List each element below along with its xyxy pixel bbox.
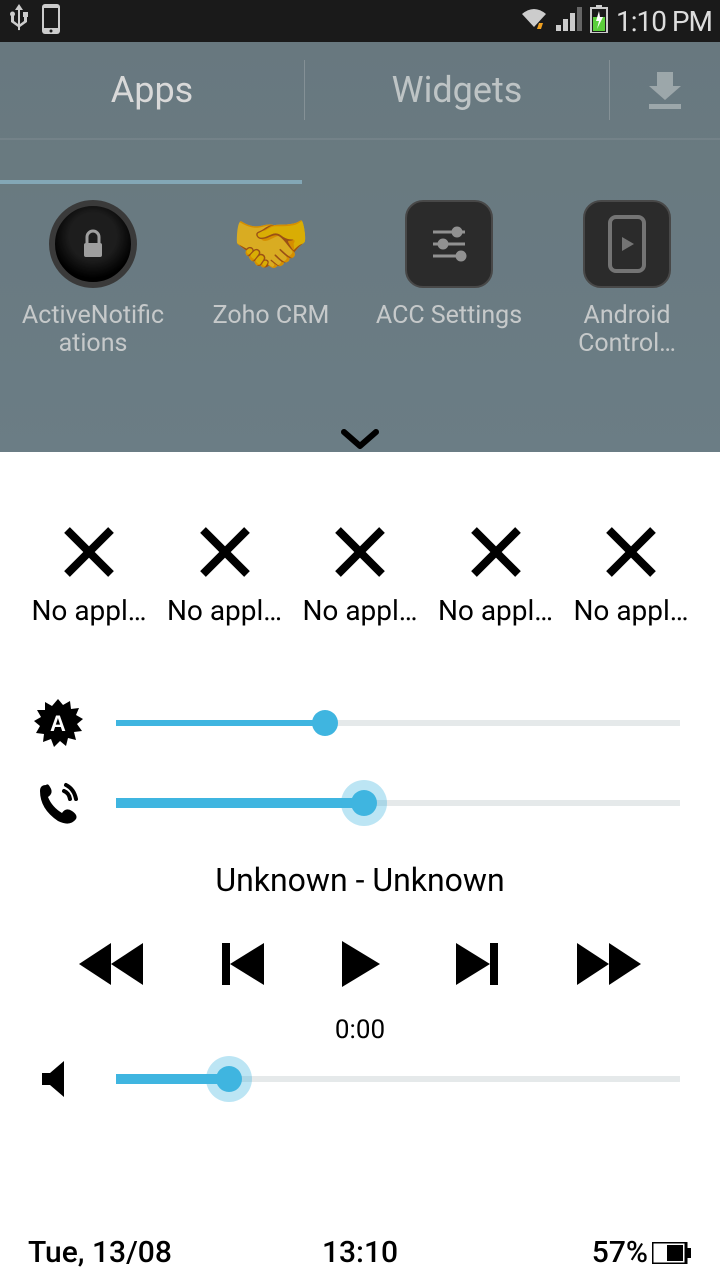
quick-label: No appl…	[431, 594, 561, 627]
quick-apps-row: No appl… No appl… No appl… No appl… No a…	[0, 452, 720, 627]
wifi-icon	[520, 7, 548, 35]
empty-slot-icon	[566, 522, 696, 586]
fast-forward-button[interactable]	[571, 939, 647, 993]
footer-battery: 57%	[592, 1235, 692, 1270]
media-volume-row	[30, 1057, 680, 1101]
app-label: ActiveNotific ations	[22, 302, 164, 358]
empty-slot-icon	[160, 522, 290, 586]
svg-text:A: A	[50, 711, 66, 736]
rewind-button[interactable]	[73, 939, 149, 993]
tab-apps[interactable]: Apps	[0, 69, 304, 111]
phone-icon	[42, 4, 60, 38]
media-track-title: Unknown - Unknown	[0, 861, 720, 899]
quick-slot-2[interactable]: No appl…	[160, 522, 290, 627]
quick-label: No appl…	[295, 594, 425, 627]
handshake-icon: 🤝	[227, 200, 315, 288]
quick-label: No appl…	[566, 594, 696, 627]
media-playback-time: 0:00	[0, 1015, 720, 1045]
control-panel: No appl… No appl… No appl… No appl… No a…	[0, 452, 720, 1280]
media-volume-slider[interactable]	[116, 1076, 680, 1082]
quick-slot-1[interactable]: No appl…	[24, 522, 154, 627]
ringer-phone-icon[interactable]	[30, 779, 86, 827]
footer-time: 13:10	[322, 1235, 398, 1270]
app-zoho-crm[interactable]: 🤝 Zoho CRM	[191, 200, 351, 330]
ringer-slider[interactable]	[116, 800, 680, 806]
ringer-slider-row	[30, 779, 680, 827]
app-drawer-dimmed: Apps Widgets ActiveNotific ations 🤝 Zoho…	[0, 42, 720, 452]
signal-icon	[556, 7, 582, 35]
quick-slot-4[interactable]: No appl…	[431, 522, 561, 627]
quick-slot-5[interactable]: No appl…	[566, 522, 696, 627]
app-label: ACC Settings	[376, 302, 522, 330]
phone-control-icon	[583, 200, 671, 288]
quick-label: No appl…	[24, 594, 154, 627]
status-time: 1:10 PM	[616, 5, 712, 38]
brightness-slider[interactable]	[116, 720, 680, 726]
previous-button[interactable]	[216, 939, 270, 993]
usb-icon	[8, 4, 30, 38]
app-label: Zoho CRM	[213, 302, 330, 330]
next-button[interactable]	[450, 939, 504, 993]
quick-slot-3[interactable]: No appl…	[295, 522, 425, 627]
download-button[interactable]	[610, 68, 720, 112]
battery-level-icon	[652, 1242, 692, 1264]
auto-brightness-icon[interactable]: A	[30, 697, 86, 749]
app-android-control[interactable]: Android Control…	[547, 200, 707, 358]
app-activenotifications[interactable]: ActiveNotific ations	[13, 200, 173, 358]
app-acc-settings[interactable]: ACC Settings	[369, 200, 529, 330]
panel-footer: Tue, 13/08 13:10 57%	[0, 1229, 720, 1280]
app-label: Android Control…	[578, 302, 676, 358]
speaker-icon[interactable]	[30, 1057, 86, 1101]
empty-slot-icon	[431, 522, 561, 586]
footer-date: Tue, 13/08	[28, 1235, 172, 1270]
collapse-caret[interactable]	[336, 428, 384, 456]
tab-underline	[0, 180, 302, 184]
sliders-icon	[405, 200, 493, 288]
brightness-slider-row: A	[30, 697, 680, 749]
empty-slot-icon	[295, 522, 425, 586]
lock-icon	[49, 200, 137, 288]
play-button[interactable]	[336, 937, 384, 995]
tab-widgets[interactable]: Widgets	[305, 69, 609, 111]
status-bar: 1:10 PM	[0, 0, 720, 42]
empty-slot-icon	[24, 522, 154, 586]
battery-icon	[590, 5, 608, 37]
media-controls	[0, 937, 720, 995]
quick-label: No appl…	[160, 594, 290, 627]
